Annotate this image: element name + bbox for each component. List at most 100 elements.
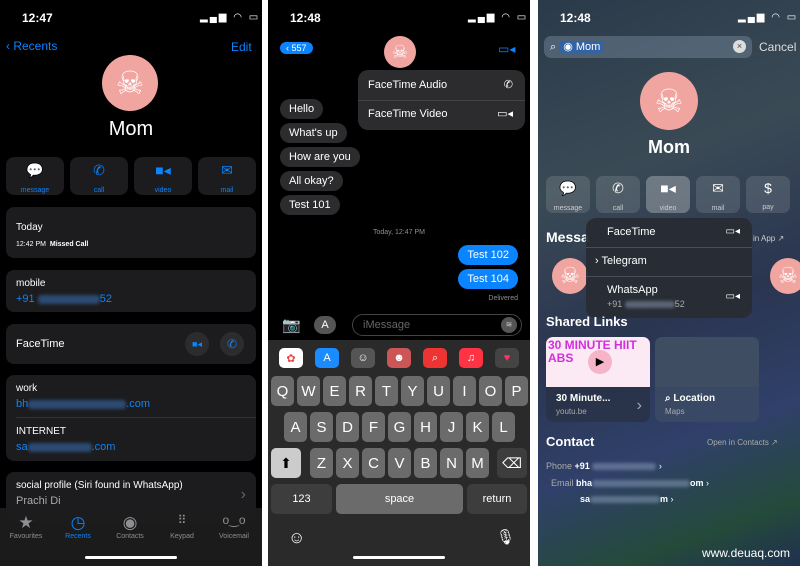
key-e[interactable]: E [323, 376, 346, 406]
message-bubble-incoming: What's up [280, 123, 347, 143]
call-button[interactable]: ✆ call [596, 176, 640, 213]
digital-touch-icon[interactable]: ♥ [495, 348, 519, 368]
clear-icon[interactable]: × [733, 40, 746, 53]
key-b[interactable]: B [414, 448, 437, 478]
shared-link-location[interactable]: ⌕ Location Maps [655, 337, 759, 422]
tab-voicemail[interactable]: o‿o Voicemail [208, 513, 260, 540]
emoji-icon[interactable]: ☺ [288, 528, 305, 548]
facetime-video-button[interactable]: ■◂ [185, 332, 209, 356]
key-h[interactable]: H [414, 412, 437, 442]
key-y[interactable]: Y [401, 376, 424, 406]
space-key[interactable]: space [336, 484, 463, 514]
message-bubble-incoming: Test 101 [280, 195, 340, 215]
music-app-icon[interactable]: ♫ [459, 348, 483, 368]
open-in-app-link[interactable]: in App ↗ [753, 234, 784, 243]
search-query: Mom [575, 41, 601, 53]
recent-day: Today [16, 222, 43, 233]
camera-icon[interactable]: 📷 [282, 316, 301, 334]
key-i[interactable]: I [453, 376, 476, 406]
social-value: Prachi Di [16, 495, 61, 507]
microphone-icon[interactable]: 🎙 [496, 528, 515, 546]
link-label: in App [753, 234, 776, 243]
call-button[interactable]: ✆ call [70, 157, 128, 195]
key-t[interactable]: T [375, 376, 398, 406]
key-d[interactable]: D [336, 412, 359, 442]
search-field[interactable]: ⌕ ◉ Mom × [544, 36, 752, 58]
mobile-card[interactable]: mobile +91 52 [6, 270, 256, 312]
memoji-app-icon[interactable]: ☺ [351, 348, 375, 368]
internet-email[interactable]: sa .com [16, 441, 115, 453]
key-x[interactable]: X [336, 448, 359, 478]
key-q[interactable]: Q [271, 376, 294, 406]
appstore-app-icon[interactable]: A [315, 348, 339, 368]
menu-telegram[interactable]: › Telegram [595, 255, 647, 267]
pay-button[interactable]: $ pay [746, 176, 790, 213]
numbers-key[interactable]: 123 [271, 484, 332, 514]
key-f[interactable]: F [362, 412, 385, 442]
message-button[interactable]: 💬 message [546, 176, 590, 213]
facetime-card: FaceTime ■◂ ✆ [6, 324, 256, 364]
key-g[interactable]: G [388, 412, 411, 442]
phone-row[interactable]: Phone +91 › [546, 461, 662, 471]
key-k[interactable]: K [466, 412, 489, 442]
internet-suffix: .com [91, 441, 116, 453]
key-v[interactable]: V [388, 448, 411, 478]
tab-recents[interactable]: ◷ Recents [52, 513, 104, 540]
edit-button[interactable]: Edit [231, 40, 252, 54]
facetime-audio-button[interactable]: ✆ [220, 332, 244, 356]
menu-facetime[interactable]: FaceTime [607, 226, 656, 238]
stickers-app-icon[interactable]: ☻ [387, 348, 411, 368]
label: pay [762, 204, 774, 211]
menu-whatsapp[interactable]: WhatsApp [607, 284, 658, 296]
audio-icon[interactable]: ≋ [501, 317, 517, 333]
message-avatar[interactable]: ☠ [552, 258, 588, 294]
video-button[interactable]: ■◂ video [646, 176, 690, 213]
key-z[interactable]: Z [310, 448, 333, 478]
menu-facetime-video[interactable]: FaceTime Video [368, 108, 447, 120]
key-l[interactable]: L [492, 412, 515, 442]
tab-keypad[interactable]: ⠿ Keypad [156, 513, 208, 540]
video-call-button[interactable]: ▭◂ [498, 42, 515, 56]
avatar[interactable]: ☠ [384, 36, 416, 68]
key-n[interactable]: N [440, 448, 463, 478]
back-button[interactable]: ‹ Recents [6, 39, 57, 53]
open-in-contacts-link[interactable]: Open in Contacts ↗ [707, 438, 778, 447]
video-button[interactable]: ■◂ video [134, 157, 192, 195]
mail-icon: ✉ [712, 180, 724, 196]
email-row-2[interactable]: sa m › [580, 494, 674, 504]
message-input[interactable]: iMessage ≋ [352, 314, 522, 336]
key-p[interactable]: P [505, 376, 528, 406]
internet-prefix: sa [16, 441, 28, 453]
shared-link-youtube[interactable]: 30 MINUTE HIIT ABS ▶ 30 Minute... youtu.… [546, 337, 650, 422]
key-a[interactable]: A [284, 412, 307, 442]
key-m[interactable]: M [466, 448, 489, 478]
email-row[interactable]: Email bha om › [551, 478, 709, 488]
key-o[interactable]: O [479, 376, 502, 406]
key-w[interactable]: W [297, 376, 320, 406]
tab-favourites[interactable]: ★ Favourites [0, 513, 52, 540]
link-title-row: ⌕ Location [665, 393, 715, 404]
back-button[interactable]: ‹ 557 [280, 42, 313, 54]
key-u[interactable]: U [427, 376, 450, 406]
shift-key[interactable]: ⬆ [271, 448, 301, 478]
tab-contacts[interactable]: ◉ Contacts [104, 513, 156, 540]
key-j[interactable]: J [440, 412, 463, 442]
photos-app-icon[interactable]: ✿ [279, 348, 303, 368]
app-store-icon[interactable]: A [314, 316, 336, 334]
phone-icon: ✆ [612, 180, 624, 196]
mail-button[interactable]: ✉ mail [696, 176, 740, 213]
return-key[interactable]: return [467, 484, 527, 514]
work-email[interactable]: bh .com [16, 398, 150, 410]
key-s[interactable]: S [310, 412, 333, 442]
menu-facetime-audio[interactable]: FaceTime Audio [368, 79, 447, 91]
search-images-icon[interactable]: ⌕ [423, 348, 447, 368]
delete-key[interactable]: ⌫ [497, 448, 527, 478]
message-button[interactable]: 💬 message [6, 157, 64, 195]
link-source: Maps [665, 407, 685, 416]
message-avatar[interactable]: ☠ [770, 258, 800, 294]
key-c[interactable]: C [362, 448, 385, 478]
cancel-button[interactable]: Cancel [759, 40, 796, 54]
key-r[interactable]: R [349, 376, 372, 406]
mail-button[interactable]: ✉ mail [198, 157, 256, 195]
social-label: social profile (Siri found in WhatsApp) [16, 480, 183, 491]
